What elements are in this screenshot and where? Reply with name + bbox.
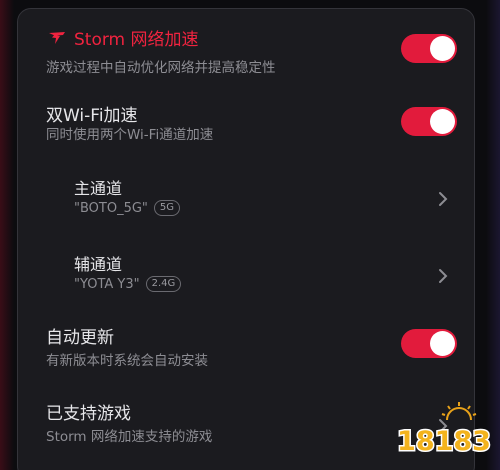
dual-wifi-row[interactable]: 双Wi-Fi加速 同时使用两个Wi-Fi通道加速 [18,87,476,157]
auto-update-title: 自动更新 [46,328,114,348]
storm-title-wrap: Storm 网络加速 [48,25,199,50]
chevron-right-icon [439,269,448,283]
settings-screen: Storm 网络加速 游戏过程中自动优化网络并提高稳定性 双Wi-Fi加速 同时… [0,0,500,470]
storm-logo-icon [49,31,65,44]
watermark-sun-icon [441,402,477,421]
watermark-logo: 18183 [396,402,492,459]
dual-wifi-toggle[interactable] [401,107,457,136]
supported-games-subtitle: Storm 网络加速支持的游戏 [46,429,213,445]
supported-games-title: 已支持游戏 [46,404,131,424]
auto-update-toggle[interactable] [401,329,457,358]
secondary-channel-row[interactable]: 辅通道 "YOTA Y3" 2.4G [18,233,476,309]
watermark-text: 18183 [397,426,491,457]
secondary-channel-network: "YOTA Y3" [74,276,140,292]
chevron-right-icon [439,192,448,206]
primary-channel-title: 主通道 [74,179,123,198]
primary-channel-detail: "BOTO_5G" 5G [74,200,181,216]
toggle-knob [430,36,455,61]
primary-channel-band-badge: 5G [153,200,181,216]
auto-update-row[interactable]: 自动更新 有新版本时系统会自动安装 [18,309,476,385]
auto-update-subtitle: 有新版本时系统会自动安装 [46,353,208,369]
secondary-channel-detail: "YOTA Y3" 2.4G [74,276,182,292]
toggle-knob [430,331,455,356]
storm-title: Storm 网络加速 [74,30,199,50]
secondary-channel-title: 辅通道 [74,255,123,274]
storm-subtitle: 游戏过程中自动优化网络并提高稳定性 [46,60,276,76]
primary-channel-network: "BOTO_5G" [74,200,148,216]
secondary-channel-band-badge: 2.4G [145,276,182,292]
dual-wifi-subtitle: 同时使用两个Wi-Fi通道加速 [46,127,214,143]
storm-acceleration-row[interactable]: Storm 网络加速 游戏过程中自动优化网络并提高稳定性 [18,9,476,87]
storm-toggle[interactable] [401,34,457,63]
primary-channel-row[interactable]: 主通道 "BOTO_5G" 5G [18,157,476,233]
toggle-knob [430,109,455,134]
